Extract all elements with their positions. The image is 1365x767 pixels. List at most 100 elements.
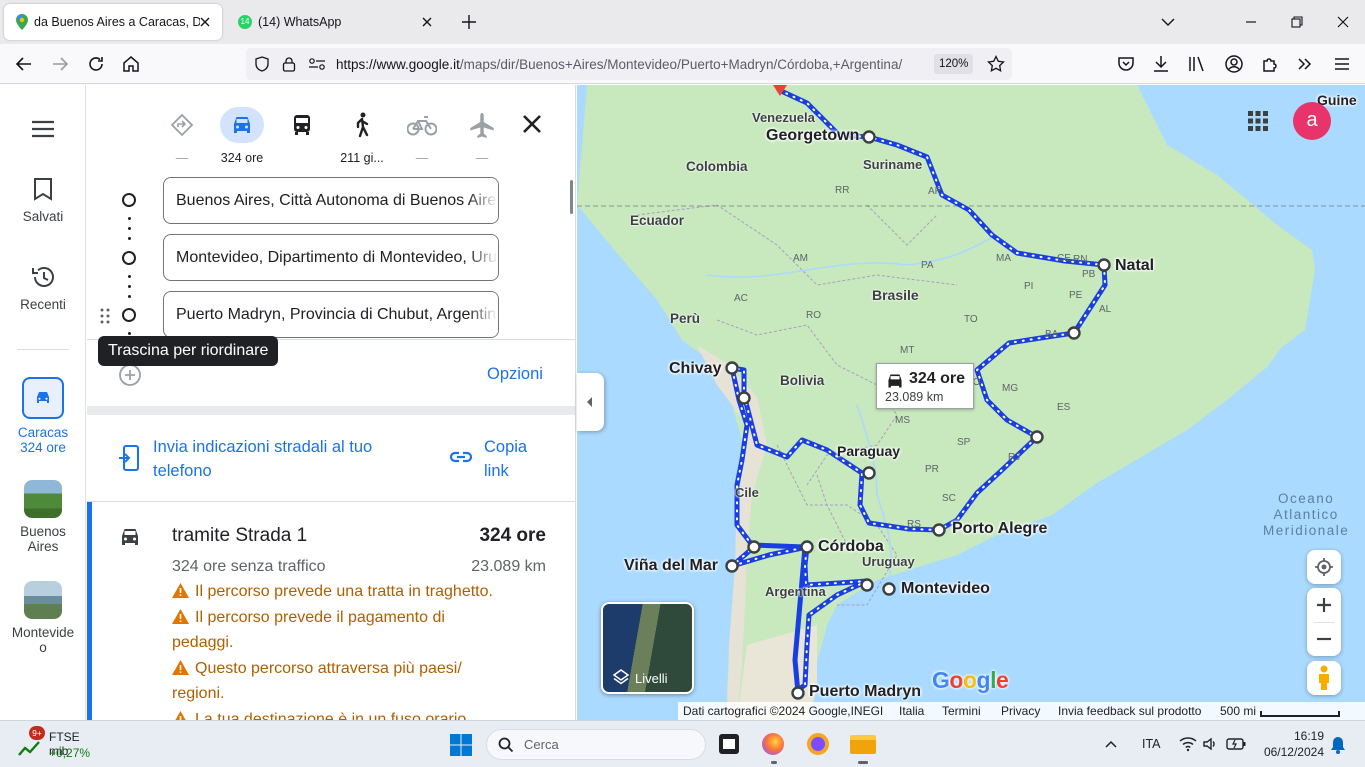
close-tab-icon[interactable] [196, 13, 214, 31]
close-directions-icon[interactable] [521, 113, 543, 135]
scale-label[interactable]: 500 mi [1220, 704, 1256, 718]
new-tab-icon[interactable] [460, 13, 478, 31]
route-via[interactable]: tramite Strada 1 [172, 525, 307, 547]
mode-bike[interactable]: — [400, 107, 444, 167]
minimize-icon[interactable] [1241, 12, 1261, 32]
map-label: Brasile [872, 287, 919, 303]
zoom-out-icon[interactable] [1316, 631, 1332, 647]
map-label: Uruguay [862, 554, 915, 569]
clock[interactable]: 16:19 06/12/2024 [1258, 728, 1324, 760]
route-box-distance: 23.089 km [885, 390, 944, 404]
recent-place-buenos-aires[interactable]: Buenos Aires [0, 480, 86, 554]
map-label: Bolivia [780, 373, 825, 388]
taskview-app-icon[interactable] [719, 734, 739, 754]
recent-place-montevideo[interactable]: Montevide o [0, 581, 86, 655]
account-icon[interactable] [1223, 53, 1245, 75]
file-explorer-icon[interactable] [850, 735, 876, 754]
volume-icon[interactable] [1202, 736, 1218, 752]
stock-widget[interactable]: 9+ FTSE mib +0,27% [16, 726, 101, 762]
tab-list-icon[interactable] [1158, 12, 1178, 32]
search-icon [498, 737, 514, 753]
layers-button[interactable]: Livelli [601, 602, 694, 694]
windows-taskbar: 9+ FTSE mib +0,27% Cerca ITA 16:19 06/12… [0, 720, 1365, 767]
map-state-label: RN [1073, 254, 1088, 265]
my-location-button[interactable] [1307, 550, 1341, 584]
copy-link-button[interactable]: Copia link [484, 435, 527, 483]
tab-maps[interactable]: da Buenos Aires a Caracas, Distanza [4, 4, 222, 40]
mode-car[interactable]: 324 ore [220, 107, 264, 167]
saved-label: Salvati [22, 209, 64, 224]
waypoint-1-input[interactable]: Buenos Aires, Città Autonoma di Buenos A… [163, 177, 499, 224]
chevron-up-icon[interactable] [1104, 738, 1118, 750]
link-icon[interactable] [449, 447, 473, 467]
close-window-icon[interactable] [1333, 12, 1353, 32]
library-icon[interactable] [1186, 53, 1208, 75]
reload-icon[interactable] [85, 53, 107, 75]
taskbar-search[interactable]: Cerca [486, 729, 706, 760]
active-route-button[interactable]: Caracas 324 ore [0, 377, 86, 455]
windows-start-icon[interactable] [449, 733, 473, 757]
saved-button[interactable]: Salvati [0, 177, 86, 224]
map-city-label: Puerto Madryn [809, 683, 922, 700]
back-icon[interactable] [13, 53, 35, 75]
restore-icon[interactable] [1287, 12, 1307, 32]
bookmark-star-icon[interactable] [987, 55, 1005, 73]
drag-handle-icon[interactable] [100, 308, 110, 324]
waypoints-scrollbar[interactable] [570, 180, 573, 214]
extensions-icon[interactable] [1259, 53, 1281, 75]
zoom-in-icon[interactable] [1316, 597, 1332, 613]
add-destination-icon[interactable] [118, 363, 142, 387]
notification-bell-icon[interactable] [1330, 736, 1346, 754]
history-icon [32, 267, 54, 287]
url-text[interactable]: https://www.google.it/maps/dir/Buenos+Ai… [336, 57, 924, 72]
pocket-icon[interactable] [1115, 53, 1137, 75]
tab-whatsapp[interactable]: 14 (14) WhatsApp [226, 4, 444, 40]
browser-app-icon[interactable] [807, 733, 829, 755]
waypoint-3-input[interactable]: Puerto Madryn, Provincia di Chubut, Arge… [163, 291, 499, 338]
mode-transit[interactable] [280, 107, 324, 167]
collapse-panel-button[interactable] [577, 373, 604, 431]
input-language[interactable]: ITA [1142, 737, 1161, 751]
directions-diamond-icon [170, 113, 194, 137]
address-bar[interactable]: https://www.google.it/maps/dir/Buenos+Ai… [246, 48, 1012, 80]
map-state-label: RS [907, 519, 921, 530]
mode-transit-time [280, 151, 324, 167]
send-to-phone-icon[interactable] [118, 444, 140, 472]
lock-icon[interactable] [282, 56, 296, 72]
country-link[interactable]: Italia [899, 704, 924, 718]
terms-link[interactable]: Termini [942, 704, 981, 718]
waypoint-2-input[interactable]: Montevideo, Dipartimento di Montevideo, … [163, 234, 499, 281]
send-to-phone-link[interactable]: Invia indicazioni stradali al tuo telefon… [153, 435, 372, 483]
firefox-icon[interactable] [762, 733, 784, 755]
mode-walk[interactable]: 211 gi... [340, 107, 384, 167]
map-data-credit: Dati cartografici ©2024 Google,INEGI [683, 704, 884, 718]
zoom-level[interactable]: 120% [934, 54, 974, 74]
mode-walk-time: 211 gi... [340, 151, 384, 165]
downloads-icon[interactable] [1150, 53, 1172, 75]
permissions-icon[interactable] [308, 56, 326, 72]
app-menu-icon[interactable] [1331, 53, 1353, 75]
forward-icon[interactable] [49, 53, 71, 75]
route-info-box[interactable]: 324 ore 23.089 km [876, 363, 974, 409]
wifi-icon[interactable] [1179, 736, 1197, 752]
overflow-chevron-icon[interactable] [1294, 53, 1316, 75]
options-button[interactable]: Opzioni [487, 365, 543, 384]
recent-button[interactable]: Recenti [0, 265, 86, 312]
battery-icon[interactable] [1226, 737, 1246, 751]
place-photo [24, 480, 62, 518]
tab-title: da Buenos Aires a Caracas, Distanza [34, 15, 200, 29]
map-canvas[interactable]: Venezuela Georgetown Suriname Colombia E… [577, 85, 1365, 720]
google-apps-icon[interactable] [1247, 110, 1269, 132]
account-avatar[interactable]: a [1293, 102, 1331, 140]
shield-icon[interactable] [254, 56, 270, 72]
map-label: Argentina [765, 584, 826, 599]
hamburger-menu-icon[interactable] [31, 119, 55, 139]
privacy-link[interactable]: Privacy [1001, 704, 1040, 718]
mode-best[interactable]: — [160, 107, 204, 167]
feedback-link[interactable]: Invia feedback sul prodotto [1058, 704, 1201, 718]
street-view-pegman[interactable] [1307, 661, 1341, 695]
map-state-label: PI [1024, 281, 1034, 292]
home-icon[interactable] [120, 53, 142, 75]
mode-flight[interactable]: — [460, 107, 504, 167]
close-tab-icon[interactable] [418, 13, 436, 31]
